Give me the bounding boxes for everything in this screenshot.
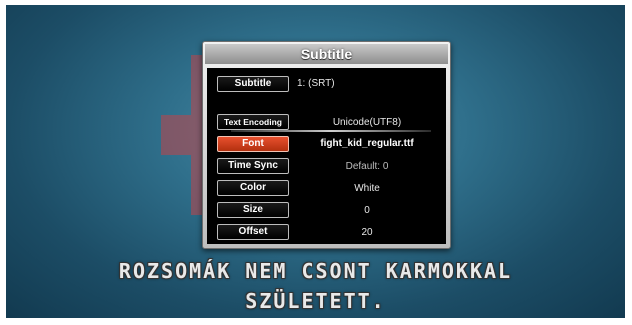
text-encoding-button[interactable]: Text Encoding [217,114,289,130]
time-sync-button[interactable]: Time Sync [217,158,289,174]
size-value: 0 [364,205,370,216]
video-frame: Subtitle Subtitle 1: (SRT) Text Encoding… [6,5,625,318]
divider [231,130,431,132]
subtitle-line-1: ROZSOMÁK NEM CSONT KARMOKKAL [118,259,513,283]
color-value: White [354,183,380,194]
subtitle-line-2: SZÜLETETT. [245,289,386,313]
font-button[interactable]: Font [217,136,289,152]
offset-button[interactable]: Offset [217,224,289,240]
time-sync-value: Default: 0 [345,161,389,172]
color-button[interactable]: Color [217,180,289,196]
subtitle-track-value: 1: (SRT) [297,78,335,89]
subtitle-settings-dialog: Subtitle Subtitle 1: (SRT) Text Encoding… [202,41,451,249]
subtitle-track-button[interactable]: Subtitle [217,76,289,92]
dialog-title: Subtitle [300,46,353,62]
size-button[interactable]: Size [217,202,289,218]
text-encoding-value: Unicode(UTF8) [332,117,402,128]
dialog-content: Subtitle 1: (SRT) Text Encoding Unicode(… [207,68,446,244]
font-value: fight_kid_regular.ttf [320,138,414,149]
offset-value: 20 [361,227,373,238]
